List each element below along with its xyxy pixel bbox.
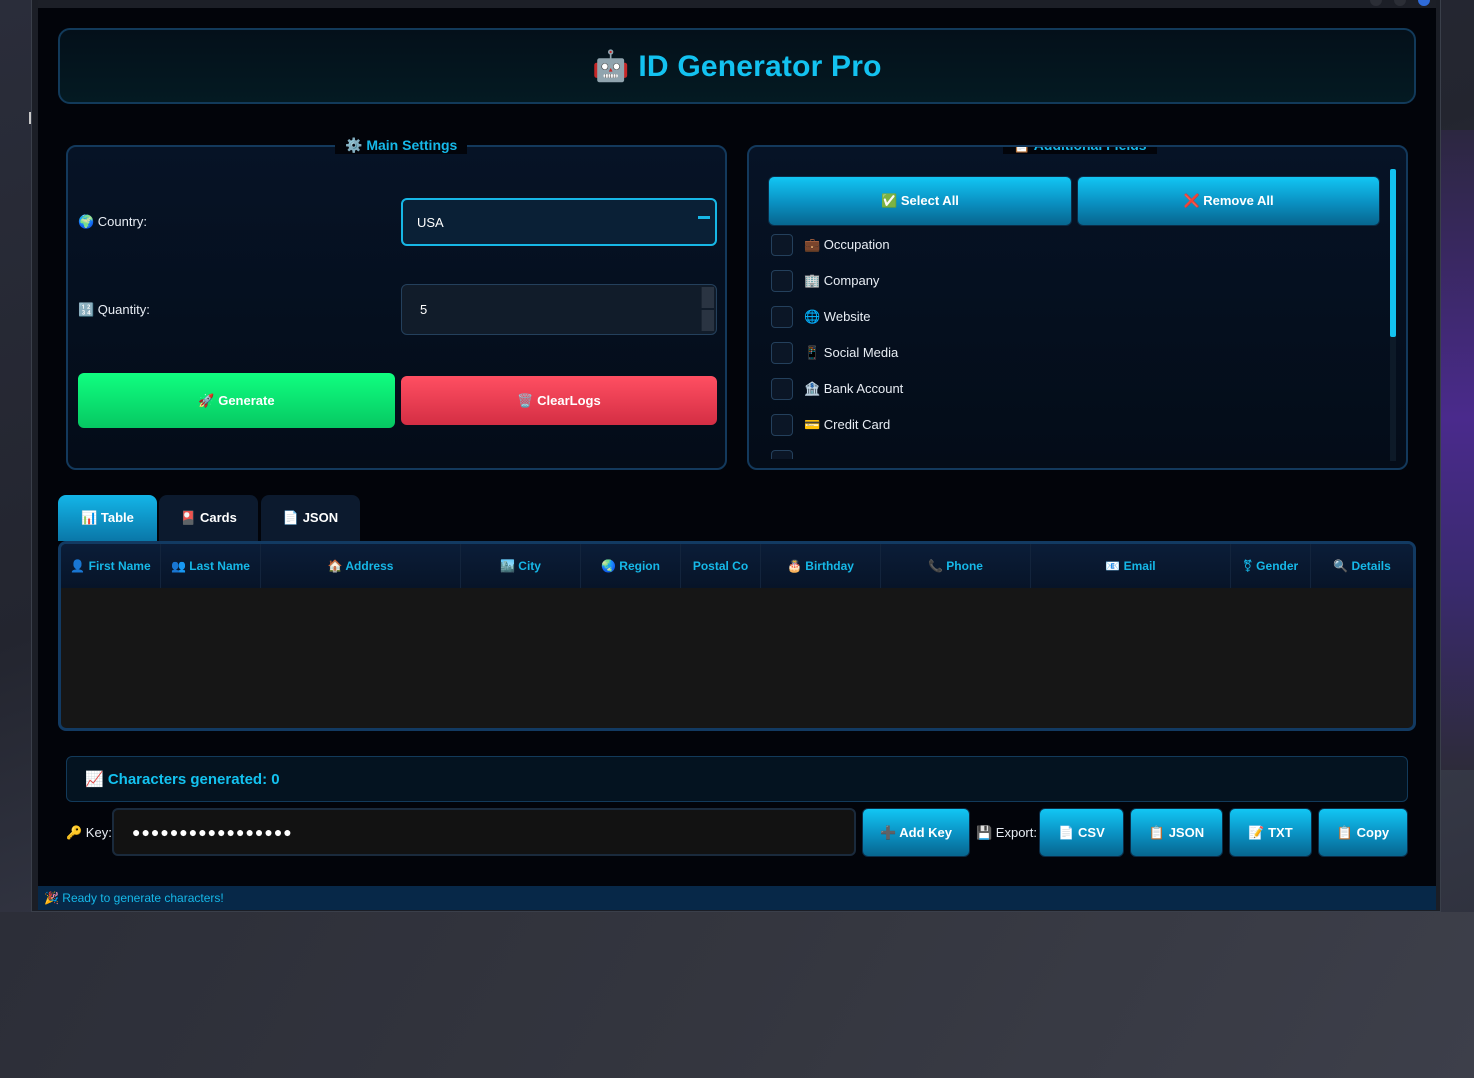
field-partial-next[interactable] [771,450,804,459]
column-header[interactable]: 🎂 Birthday [761,544,881,588]
export-json-button[interactable]: 📋 JSON [1130,808,1223,857]
desktop-wallpaper [0,912,1474,1078]
country-select[interactable]: USA [401,198,717,246]
remove-all-button[interactable]: ❌ Remove All [1077,176,1380,226]
next-field-checkbox[interactable] [771,450,793,459]
add-key-button[interactable]: ➕ Add Key [862,808,970,857]
key-label: 🔑 Key: [66,825,112,840]
clear-logs-button[interactable]: 🗑️ ClearLogs [401,376,717,425]
tab-table[interactable]: 📊 Table [58,495,157,541]
credit-card-label: 💳 Credit Card [804,417,891,432]
select-all-button[interactable]: ✅ Select All [768,176,1072,226]
page-title: 🤖 ID Generator Pro [592,49,882,83]
spin-up-icon[interactable] [701,287,714,308]
tab-cards[interactable]: 🎴 Cards [159,495,258,541]
additional-fields-group: 📋 Additional Fields ✅ Select All ❌ Remov… [747,145,1408,470]
generate-button[interactable]: 🚀 Generate [78,373,395,428]
fields-scrollbar-thumb[interactable] [1390,169,1396,337]
field-credit-card[interactable]: 💳 Credit Card [771,414,890,436]
app-content: 🤖 ID Generator Pro ⚙️ Main Settings 🌍 Co… [38,8,1436,886]
occupation-checkbox[interactable] [771,234,793,256]
export-txt-button[interactable]: 📝 TXT [1229,808,1312,857]
quantity-label: 🔢 Quantity: [78,302,150,317]
app-header: 🤖 ID Generator Pro [58,28,1416,104]
column-header[interactable]: 🔍 Details [1311,544,1413,588]
column-header[interactable]: 🏙️ City [461,544,581,588]
bank-account-checkbox[interactable] [771,378,793,400]
field-website[interactable]: 🌐 Website [771,306,871,328]
column-header[interactable]: 👥 Last Name [161,544,261,588]
main-settings-legend: ⚙️ Main Settings [335,137,468,154]
dropdown-indicator-icon[interactable] [698,216,710,219]
additional-fields-legend: 📋 Additional Fields [1003,147,1157,154]
country-label: 🌍 Country: [78,214,147,229]
app-window: 🤖 ID Generator Pro ⚙️ Main Settings 🌍 Co… [31,0,1441,912]
company-checkbox[interactable] [771,270,793,292]
status-bar: 🎉 Ready to generate characters! [38,886,1436,910]
field-company[interactable]: 🏢 Company [771,270,879,292]
occupation-label: 💼 Occupation [804,237,890,252]
column-header[interactable]: 🌏 Region [581,544,681,588]
column-header[interactable]: Postal Co [681,544,761,588]
export-label: 💾 Export: [976,825,1037,840]
window-titlebar[interactable] [38,0,1436,8]
bank-account-label: 🏦 Bank Account [804,381,904,396]
tab-json[interactable]: 📄 JSON [261,495,360,541]
company-label: 🏢 Company [804,273,880,288]
field-social-media[interactable]: 📱 Social Media [771,342,898,364]
website-checkbox[interactable] [771,306,793,328]
characters-generated-count: 📈 Characters generated: 0 [85,771,280,788]
quantity-value: 5 [420,302,428,317]
table-header: 👤 First Name 👥 Last Name 🏠 Address 🏙️ Ci… [61,544,1413,588]
main-settings-group: ⚙️ Main Settings 🌍 Country: USA 🔢 Quanti… [66,137,727,470]
social-media-label: 📱 Social Media [804,345,899,360]
column-header[interactable]: 🏠 Address [261,544,461,588]
key-input[interactable]: ●●●●●●●●●●●●●●●●● [112,808,856,856]
quantity-spinbox[interactable]: 5 [401,284,717,335]
status-message: 🎉 Ready to generate characters! [44,891,224,905]
copy-button[interactable]: 📋 Copy [1318,808,1408,857]
column-header[interactable]: ⚧ Gender [1231,544,1311,588]
country-value: USA [417,214,444,230]
stats-panel: 📈 Characters generated: 0 [66,756,1408,802]
column-header[interactable]: 👤 First Name [61,544,161,588]
export-csv-button[interactable]: 📄 CSV [1039,808,1124,857]
website-label: 🌐 Website [804,309,871,324]
field-occupation[interactable]: 💼 Occupation [771,234,890,256]
social-media-checkbox[interactable] [771,342,793,364]
results-table[interactable]: 👤 First Name 👥 Last Name 🏠 Address 🏙️ Ci… [58,541,1416,731]
field-bank-account[interactable]: 🏦 Bank Account [771,378,903,400]
key-value: ●●●●●●●●●●●●●●●●● [132,824,293,840]
credit-card-checkbox[interactable] [771,414,793,436]
column-header[interactable]: 📧 Email [1031,544,1231,588]
spin-down-icon[interactable] [701,310,714,331]
column-header[interactable]: 📞 Phone [881,544,1031,588]
